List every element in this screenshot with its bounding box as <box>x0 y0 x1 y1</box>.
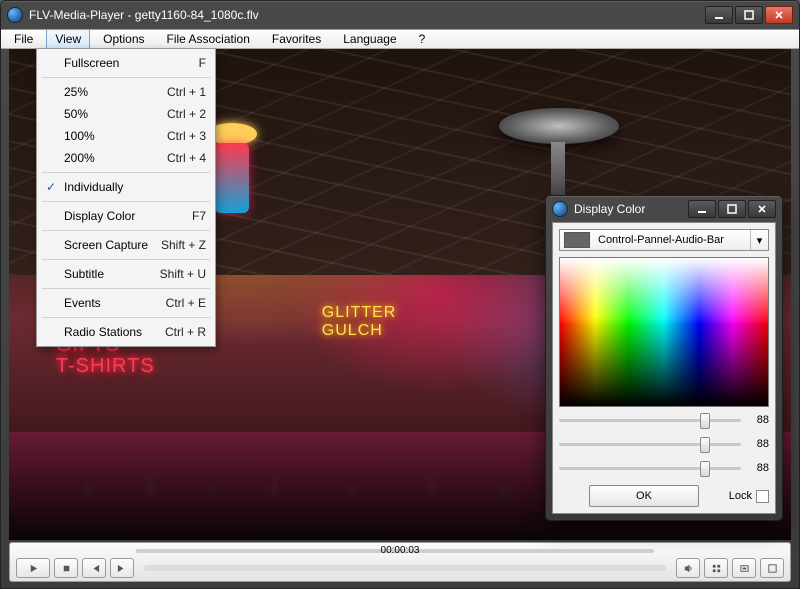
menubar: File View Options File Association Favor… <box>1 29 799 49</box>
dialog-app-icon <box>552 201 568 217</box>
chevron-down-icon: ▾ <box>750 230 768 250</box>
slider-track[interactable] <box>559 419 741 422</box>
menu-item-50-[interactable]: 50% Ctrl + 2 <box>40 103 212 125</box>
menu-item-screen-capture[interactable]: Screen Capture Shift + Z <box>40 234 212 256</box>
menu-item-shortcut: Ctrl + 2 <box>167 107 206 121</box>
menu-separator <box>42 172 210 173</box>
neon-sign-glitter: GLITTER GULCH <box>322 304 397 340</box>
lock-checkbox[interactable]: Lock <box>729 490 769 503</box>
menu-favorites[interactable]: Favorites <box>263 29 330 49</box>
view-dropdown: Fullscreen F 25% Ctrl + 1 50% Ctrl + 2 100% Ctr… <box>36 48 216 347</box>
minimize-button[interactable] <box>705 6 733 24</box>
color-slider-3[interactable]: 88 <box>559 457 769 479</box>
slider-value: 88 <box>747 438 769 450</box>
color-picker[interactable] <box>559 257 769 407</box>
close-button[interactable] <box>765 6 793 24</box>
dialog-body: Control-Pannel-Audio-Bar ▾ 88 88 88 OK Loc… <box>552 222 776 514</box>
next-button[interactable] <box>110 558 134 578</box>
menu-item-radio-stations[interactable]: Radio Stations Ctrl + R <box>40 321 212 343</box>
menu-separator <box>42 77 210 78</box>
menu-item-label: Radio Stations <box>64 325 142 339</box>
maximize-button[interactable] <box>735 6 763 24</box>
menu-separator <box>42 288 210 289</box>
menu-item-shortcut: F <box>199 56 206 70</box>
slider-track[interactable] <box>559 443 741 446</box>
menu-item-label: Events <box>64 296 101 310</box>
menu-item-label: 25% <box>64 85 88 99</box>
menu-item-label: Display Color <box>64 209 135 223</box>
dialog-minimize-button[interactable] <box>688 200 716 218</box>
app-icon <box>7 7 23 23</box>
menu-item-shortcut: Ctrl + 3 <box>167 129 206 143</box>
slider-thumb[interactable] <box>700 413 710 429</box>
slider-thumb[interactable] <box>700 461 710 477</box>
combo-label: Control-Pannel-Audio-Bar <box>594 234 750 246</box>
volume-button[interactable] <box>676 558 700 578</box>
menu-item-shortcut: Shift + U <box>160 267 206 281</box>
ok-button[interactable]: OK <box>589 485 699 507</box>
titlebar[interactable]: FLV-Media-Player - getty1160-84_1080c.fl… <box>1 1 799 29</box>
menu-item-shortcut: Ctrl + R <box>165 325 206 339</box>
fullscreen-button[interactable] <box>760 558 784 578</box>
menu-item-25-[interactable]: 25% Ctrl + 1 <box>40 81 212 103</box>
dialog-titlebar[interactable]: Display Color <box>546 196 782 222</box>
menu-help[interactable]: ? <box>410 29 435 49</box>
slider-track[interactable] <box>559 467 741 470</box>
menu-item-label: Fullscreen <box>64 56 119 70</box>
progress-area[interactable] <box>144 565 666 571</box>
dialog-title: Display Color <box>574 202 645 216</box>
snapshot-button[interactable] <box>732 558 756 578</box>
menu-options[interactable]: Options <box>94 29 153 49</box>
menu-separator <box>42 259 210 260</box>
playlist-button[interactable] <box>704 558 728 578</box>
menu-item-individually[interactable]: Individually <box>40 176 212 198</box>
slider-value: 88 <box>747 462 769 474</box>
menu-item-shortcut: F7 <box>192 209 206 223</box>
dialog-close-button[interactable] <box>748 200 776 218</box>
window-title: FLV-Media-Player - getty1160-84_1080c.fl… <box>29 8 259 22</box>
checkbox-icon <box>756 490 769 503</box>
menu-item-200-[interactable]: 200% Ctrl + 4 <box>40 147 212 169</box>
seek-bar[interactable] <box>136 549 654 553</box>
slider-thumb[interactable] <box>700 437 710 453</box>
player-controls: 00:00:03 <box>9 542 791 582</box>
menu-separator <box>42 201 210 202</box>
menu-item-display-color[interactable]: Display Color F7 <box>40 205 212 227</box>
lock-label: Lock <box>729 490 752 502</box>
menu-item-subtitle[interactable]: Subtitle Shift + U <box>40 263 212 285</box>
menu-item-label: 100% <box>64 129 95 143</box>
hanging-disc <box>499 108 619 144</box>
menu-item-label: Screen Capture <box>64 238 148 252</box>
menu-item-shortcut: Ctrl + E <box>166 296 206 310</box>
menu-item-shortcut: Ctrl + 4 <box>167 151 206 165</box>
menu-item-label: 200% <box>64 151 95 165</box>
display-color-dialog[interactable]: Display Color Control-Pannel-Audio-Bar ▾… <box>545 195 783 521</box>
menu-item-shortcut: Ctrl + 1 <box>167 85 206 99</box>
color-slider-1[interactable]: 88 <box>559 409 769 431</box>
menu-file[interactable]: File <box>5 29 42 49</box>
menu-item-fullscreen[interactable]: Fullscreen F <box>40 52 212 74</box>
menu-item-label: Individually <box>64 180 123 194</box>
menu-language[interactable]: Language <box>334 29 405 49</box>
combo-swatch <box>564 232 590 248</box>
slider-value: 88 <box>747 414 769 426</box>
color-slider-2[interactable]: 88 <box>559 433 769 455</box>
menu-item-shortcut: Shift + Z <box>161 238 206 252</box>
menu-separator <box>42 317 210 318</box>
menu-separator <box>42 230 210 231</box>
prev-button[interactable] <box>82 558 106 578</box>
menu-item-label: Subtitle <box>64 267 104 281</box>
menu-item-100-[interactable]: 100% Ctrl + 3 <box>40 125 212 147</box>
menu-file-association[interactable]: File Association <box>158 29 259 49</box>
dialog-maximize-button[interactable] <box>718 200 746 218</box>
menu-view[interactable]: View <box>46 29 90 49</box>
play-button[interactable] <box>16 558 50 578</box>
color-target-combo[interactable]: Control-Pannel-Audio-Bar ▾ <box>559 229 769 251</box>
menu-item-label: 50% <box>64 107 88 121</box>
stop-button[interactable] <box>54 558 78 578</box>
menu-item-events[interactable]: Events Ctrl + E <box>40 292 212 314</box>
